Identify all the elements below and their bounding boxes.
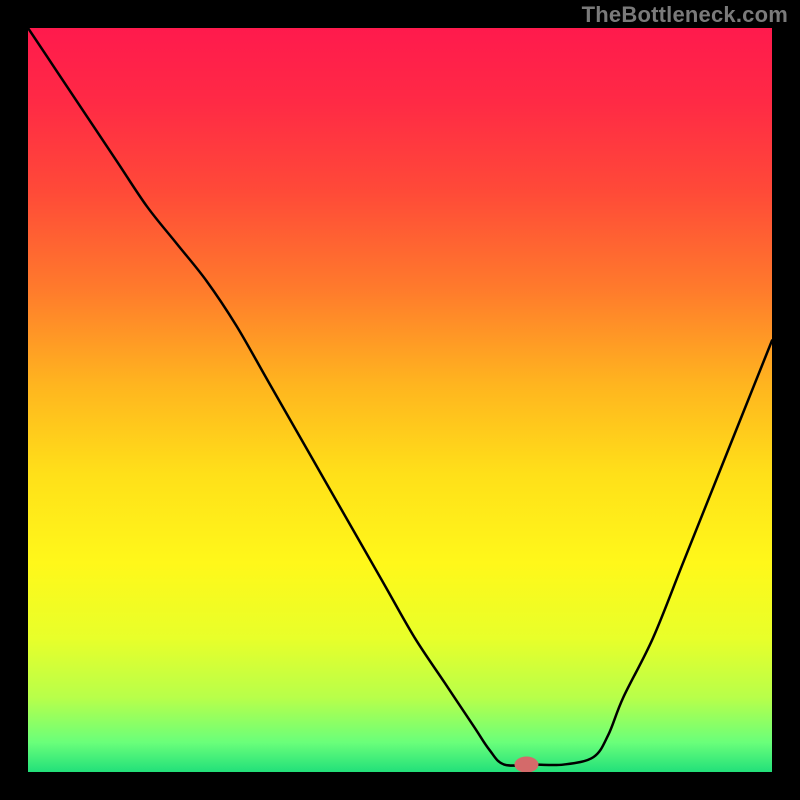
watermark-text: TheBottleneck.com — [582, 2, 788, 28]
gradient-background — [28, 28, 772, 772]
chart-frame: TheBottleneck.com — [0, 0, 800, 800]
optimal-marker — [514, 757, 538, 772]
chart-svg — [28, 28, 772, 772]
plot-area — [28, 28, 772, 772]
